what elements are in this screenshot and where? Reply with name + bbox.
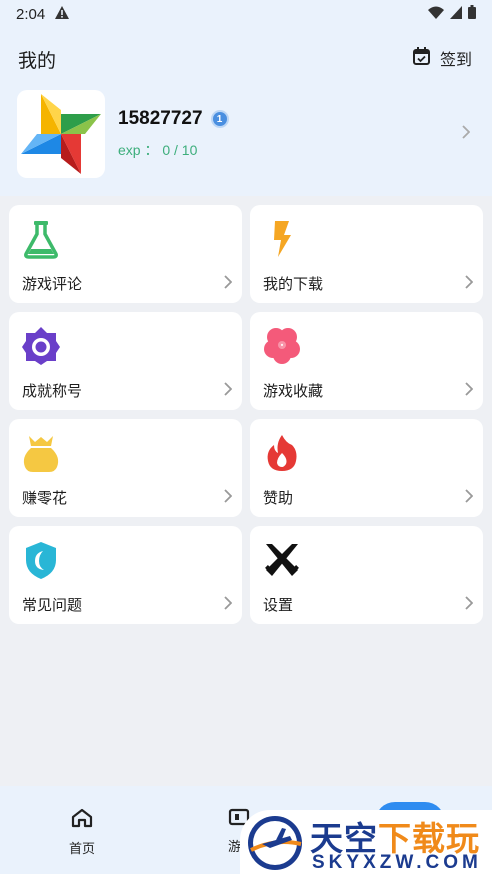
page-title: 我的 <box>18 50 57 72</box>
lightning-icon <box>262 219 302 259</box>
avatar[interactable] <box>17 90 105 178</box>
checkin-label: 签到 <box>439 50 472 69</box>
menu-item-achievements[interactable]: 成就称号 <box>9 312 242 410</box>
menu-item-label: 游戏收藏 <box>263 382 324 400</box>
warning-icon <box>55 5 70 23</box>
flame-icon <box>262 433 302 473</box>
menu-item-earn-money[interactable]: 赚零花 <box>9 419 242 517</box>
status-time: 2:04 <box>16 5 46 23</box>
menu-item-sponsor[interactable]: 赞助 <box>250 419 483 517</box>
home-icon <box>71 808 93 832</box>
calendar-check-icon <box>412 47 430 69</box>
shield-moon-icon <box>21 540 61 580</box>
battery-icon <box>468 5 476 23</box>
level-badge: 1 <box>210 110 229 128</box>
crossed-swords-icon <box>262 540 302 580</box>
watermark-en: SKYXZW.COM <box>312 852 482 873</box>
menu-item-faq[interactable]: 常见问题 <box>9 526 242 624</box>
chevron-right-icon <box>224 488 233 507</box>
wifi-icon <box>428 6 444 23</box>
exp-progress: exp ： 0 / 10 <box>118 142 198 158</box>
nav-home-label: 首页 <box>68 842 95 857</box>
menu-item-game-favorites[interactable]: 游戏收藏 <box>250 312 483 410</box>
chevron-right-icon[interactable] <box>462 124 471 143</box>
chevron-right-icon <box>465 595 474 614</box>
airplane-logo-icon <box>246 814 306 874</box>
flask-icon <box>21 219 61 259</box>
money-bag-icon <box>21 433 61 473</box>
menu-grid: 游戏评论 我的下载 成就称号 游戏收藏 赚零花 赞助 常见问题 设置 <box>9 205 483 624</box>
clover-icon <box>262 326 302 366</box>
chevron-right-icon <box>224 595 233 614</box>
menu-item-label: 我的下载 <box>263 275 324 293</box>
menu-item-label: 常见问题 <box>22 596 83 614</box>
chevron-right-icon <box>465 274 474 293</box>
username: 15827727 1 <box>118 108 229 130</box>
menu-item-label: 游戏评论 <box>22 275 83 293</box>
username-text: 15827727 <box>118 108 203 129</box>
chevron-right-icon <box>224 381 233 400</box>
status-bar: 2:04 <box>0 0 492 28</box>
chevron-right-icon <box>465 488 474 507</box>
menu-item-label: 赞助 <box>263 489 294 507</box>
nav-home[interactable]: 首页 <box>62 808 102 857</box>
profile-header: 我的 签到 15827727 1 exp ： 0 / 10 <box>0 28 492 196</box>
menu-item-settings[interactable]: 设置 <box>250 526 483 624</box>
menu-item-my-downloads[interactable]: 我的下载 <box>250 205 483 303</box>
watermark: 天空下载玩 SKYXZW.COM <box>240 810 492 874</box>
menu-item-label: 设置 <box>263 596 294 614</box>
chevron-right-icon <box>465 381 474 400</box>
menu-item-label: 成就称号 <box>22 382 83 400</box>
menu-item-label: 赚零花 <box>22 489 68 507</box>
chevron-right-icon <box>224 274 233 293</box>
badge-icon <box>21 326 61 366</box>
menu-item-game-reviews[interactable]: 游戏评论 <box>9 205 242 303</box>
checkin-button[interactable]: 签到 <box>412 46 472 70</box>
signal-icon <box>450 5 462 23</box>
